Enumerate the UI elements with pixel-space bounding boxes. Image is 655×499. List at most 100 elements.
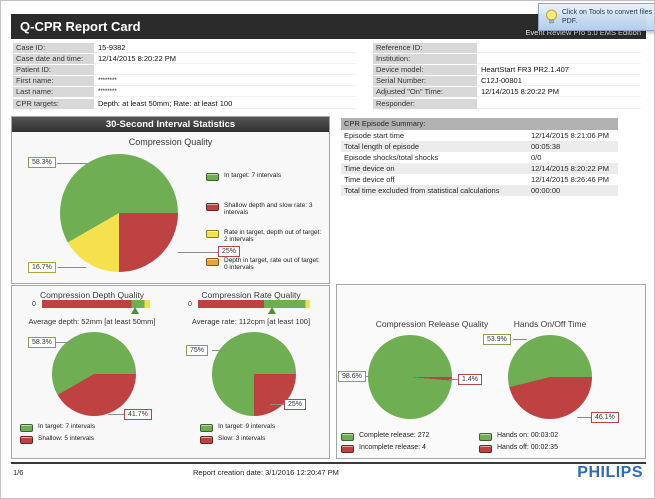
legend-label: Incomplete release: 4 [359,444,426,451]
compression-quality-title: Compression Quality [12,137,329,147]
callout-connector [56,342,74,343]
case-id-label: Case ID: [13,43,94,53]
legend-swatch [341,433,354,441]
summary-row: Time device on 12/14/2015 8:20:22 PM [341,163,618,174]
depth-quality-title: Compression Depth Quality [12,290,172,300]
rate-gauge [198,300,310,316]
legend-label: In target: 7 intervals [38,423,95,430]
callout-connector [212,350,226,351]
callout-shallow-slow: 25% [218,246,240,257]
summary-value: 00:05:38 [531,141,560,152]
hands-on-off-title: Hands On/Off Time [477,319,623,329]
summary-row: Total time excluded from statistical cal… [341,185,618,196]
callout-depth-shallow: 41.7% [124,409,152,420]
patient-id-label: Patient ID: [13,65,94,75]
rate-average-caption: Average rate: 112cpm [at least 100] [172,317,330,326]
callout-connector [449,379,458,380]
legend-item: Hands on: 00:03:02 [479,432,609,441]
legend-label: Shallow: 5 intervals [38,435,94,442]
device-model-value: HeartStart FR3 PR2.1.407 [477,65,641,75]
reference-id-value [477,43,641,53]
case-date-value: 12/14/2015 8:20:22 PM [94,54,356,64]
last-name-value: ******** [94,87,356,97]
callout-complete-release: 98.6% [338,371,366,382]
legend-label: Rate in target, depth out of target: 2 i… [224,229,324,243]
summary-value: 12/14/2015 8:21:06 PM [531,130,609,141]
legend-item: Shallow depth and slow rate: 3 intervals [206,202,328,216]
page-number: 1/6 [13,468,23,477]
callout-hands-on: 53.9% [483,334,511,345]
summary-label: Total time excluded from statistical cal… [344,185,499,196]
legend-swatch [200,424,213,432]
adjusted-on-time-label: Adjusted "On" Time: [373,87,477,97]
compression-quality-pie [60,154,178,272]
legend-item: In target: 7 intervals [20,423,150,432]
callout-incomplete-release: 1.4% [458,374,482,385]
philips-logo: PHILIPS [577,464,643,482]
tooltip-text: Click on Tools to convert files PDF. [562,8,652,27]
depth-average-caption: Average depth: 52mm [at least 50mm] [12,317,172,326]
legend-label: Depth in target, rate out of target: 0 i… [224,257,324,271]
legend-label: Shallow depth and slow rate: 3 intervals [224,202,328,216]
summary-row: Time device off 12/14/2015 8:26:46 PM [341,174,618,185]
institution-value [477,54,641,64]
summary-value: 12/14/2015 8:20:22 PM [531,163,609,174]
pdf-convert-tooltip[interactable]: Click on Tools to convert files PDF. [538,3,655,31]
responder-label: Responder: [373,99,477,109]
interval-statistics-title: 30-Second Interval Statistics [12,117,329,132]
legend-item: Slow: 3 intervals [200,435,325,444]
release-quality-pie [368,335,452,419]
last-name-label: Last name: [13,87,94,97]
legend-label: Hands off: 00:02:35 [497,444,558,451]
legend-label: In target: 9 intervals [218,423,275,430]
summary-value: 00:00:00 [531,185,560,196]
legend-label: Hands on: 00:03:02 [497,432,558,439]
serial-number-label: Serial Number: [373,76,477,86]
callout-hands-off: 46.1% [591,412,619,423]
depth-rate-panel: Compression Depth Quality Compression Ra… [11,285,330,459]
summary-value: 12/14/2015 8:26:46 PM [531,174,609,185]
report-page: Q-CPR Report Card Event Review Pro 5.0 E… [0,0,655,499]
callout-depth-in-target: 58.3% [28,337,56,348]
cpr-targets-value: Depth: at least 50mm; Rate: at least 100 [94,99,356,109]
legend-swatch [479,433,492,441]
reference-id-label: Reference ID: [373,43,477,53]
legend-item: In target: 7 intervals [206,172,328,181]
summary-label: Time device off [344,174,394,185]
summary-label: Time device on [344,163,395,174]
callout-connector [108,414,124,415]
summary-label: Episode shocks/total shocks [344,152,438,163]
callout-in-target: 58.3% [28,157,56,168]
callout-rate-in-target: 16.7% [28,262,56,273]
legend-swatch [200,436,213,444]
rate-gauge-min: 0 [188,301,192,308]
hands-on-off-pie [508,335,592,419]
cpr-targets-label: CPR targets: [13,99,94,109]
depth-quality-pie [52,332,136,416]
device-model-label: Device model: [373,65,477,75]
release-hands-panel: Compression Release Quality Hands On/Off… [336,284,646,459]
callout-connector [270,404,284,405]
rate-quality-title: Compression Rate Quality [172,290,330,300]
summary-row: Episode start time 12/14/2015 8:21:06 PM [341,130,618,141]
legend-item: Complete release: 272 [341,432,471,441]
depth-gauge [42,300,150,316]
legend-swatch [479,445,492,453]
report-creation-date: Report creation date: 3/1/2016 12:20:47 … [193,468,339,477]
legend-swatch [206,173,219,181]
first-name-label: First name: [13,76,94,86]
tooltip-line1: Click on Tools to convert files [562,8,652,17]
legend-label: In target: 7 intervals [224,172,281,179]
target-marker-icon [268,307,276,314]
case-date-label: Case date and time: [13,54,94,64]
legend-swatch [20,436,33,444]
patient-id-value [94,65,356,75]
rate-gauge-bar [198,300,310,308]
first-name-value: ******** [94,76,356,86]
summary-label: Episode start time [344,130,404,141]
legend-swatch [206,258,219,266]
target-marker-icon [131,307,139,314]
summary-value: 0/0 [531,152,541,163]
callout-connector [577,417,591,418]
legend-item: In target: 9 intervals [200,423,325,432]
